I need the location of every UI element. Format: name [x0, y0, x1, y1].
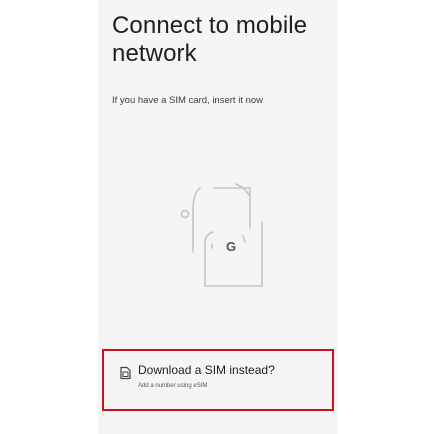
download-sim-option[interactable]: Download a SIM instead? Add a number usi… [102, 349, 334, 411]
g-logo-mark: G [226, 239, 236, 254]
esim-icon [120, 366, 131, 380]
download-sim-subtitle: Add a number using eSIM [138, 383, 208, 389]
download-sim-title: Download a SIM instead? [138, 363, 275, 377]
setup-screen: Connect to mobile network If you have a … [98, 0, 338, 434]
page-title: Connect to mobile network [112, 12, 308, 67]
phone-sim-illustration-icon: G [180, 183, 263, 287]
page-subtitle: If you have a SIM card, insert it now [112, 95, 264, 106]
